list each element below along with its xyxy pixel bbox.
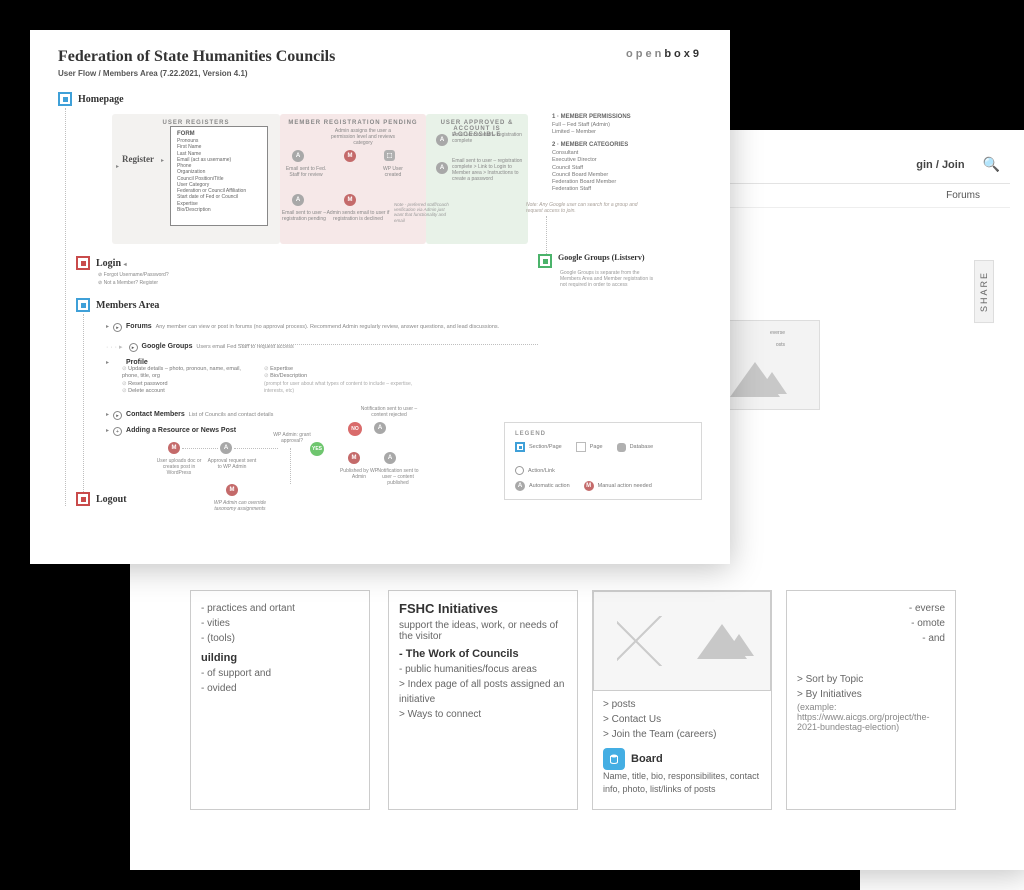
wf-col-board: posts Contact Us Join the Team (careers)… [592, 590, 772, 810]
registration-form: FORM Pronouns First Name Last Name Email… [170, 126, 268, 226]
google-groups-note: Note: Any Google user can search for a g… [526, 202, 646, 214]
yes-node: YES [310, 442, 324, 456]
contact-members-label: Contact Members [126, 411, 185, 418]
auto-action-node: A [292, 150, 304, 162]
profile-label: Profile [126, 359, 148, 366]
manual-action-node: M [226, 484, 238, 496]
initiatives-heading: FSHC Initiatives [399, 601, 567, 616]
page-title: Federation of State Humanities Councils [58, 48, 335, 66]
manual-action-node: M [344, 150, 356, 162]
google-groups-card: Google Groups (Listserv) Google Groups i… [538, 254, 656, 288]
wf-col-sort: everse omote and Sort by Topic By Initia… [786, 590, 956, 810]
building-heading: uilding [201, 652, 359, 664]
database-icon [603, 748, 625, 770]
manual-action-node: M [348, 452, 360, 464]
brand-logo: openbox9 [626, 48, 702, 60]
section-icon [538, 254, 552, 268]
search-icon[interactable]: 🔍 [983, 156, 1000, 173]
section-icon [76, 492, 90, 506]
add-resource-label: Adding a Resource or News Post [126, 427, 236, 434]
manual-action-node: M [344, 194, 356, 206]
manual-action-node: M [168, 442, 180, 454]
image-placeholder [593, 591, 771, 691]
reference-permissions: 1 · MEMBER PERMISSIONS Full – Fed Staff … [552, 114, 702, 193]
auto-action-node: A [384, 452, 396, 464]
page-subtitle: User Flow / Members Area (7.22.2021, Ver… [58, 69, 335, 78]
auto-action-node: A [374, 422, 386, 434]
auto-action-node: A [436, 134, 448, 146]
homepage-label: Homepage [78, 94, 124, 105]
no-node: NO [348, 422, 362, 436]
section-icon [58, 92, 72, 106]
nav-forums[interactable]: Forums [946, 190, 980, 201]
userflow-diagram-page: Federation of State Humanities Councils … [30, 30, 730, 564]
section-icon [76, 298, 90, 312]
database-node: ⬚ [384, 150, 395, 161]
nav-login-join[interactable]: gin / Join [916, 159, 964, 171]
logout-label: Logout [96, 494, 127, 505]
auto-action-node: A [220, 442, 232, 454]
forums-label: Forums [126, 323, 152, 330]
register-label: Register [122, 154, 154, 164]
share-tab[interactable]: SHARE [974, 260, 994, 323]
members-area-label: Members Area [96, 300, 159, 311]
wf-col-left: practices and ortant vities (tools) uild… [190, 590, 370, 810]
section-icon [76, 256, 90, 270]
legend: LEGEND Section/Page Page Database Action… [504, 422, 702, 500]
board-heading: Board [631, 753, 663, 765]
wf-col-initiatives: FSHC Initiatives support the ideas, work… [388, 590, 578, 810]
auto-action-node: A [436, 162, 448, 174]
login-label: Login ◂ [96, 258, 127, 269]
google-groups-label: Google Groups [142, 343, 193, 350]
auto-action-node: A [292, 194, 304, 206]
